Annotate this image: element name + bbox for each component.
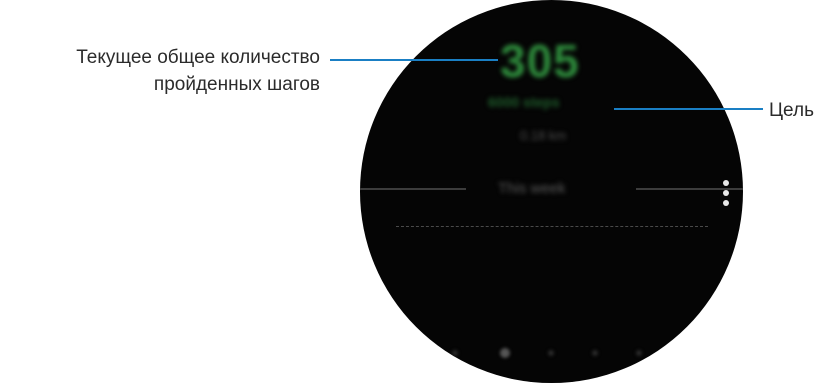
divider-left <box>360 188 466 190</box>
watch-face: 305 6000 steps 0.18 km This week <box>360 0 743 383</box>
day-indicator <box>636 350 642 356</box>
week-label[interactable]: This week <box>498 180 566 197</box>
day-indicator <box>592 350 598 356</box>
goal-dashed-line <box>396 226 708 227</box>
distance-text: 0.18 km <box>520 128 567 143</box>
day-indicator <box>548 350 554 356</box>
step-count: 305 <box>500 35 580 87</box>
callout-label-steps: Текущее общее количество пройденных шаго… <box>76 44 320 98</box>
goal-text: 6000 steps <box>488 94 560 110</box>
day-indicator <box>452 350 458 356</box>
more-vertical-icon[interactable] <box>722 180 730 212</box>
callout-label-goal: Цель <box>769 100 814 121</box>
day-indicator-current <box>500 348 510 358</box>
callout-label-steps-line1: Текущее общее количество <box>76 47 320 68</box>
callout-line-steps <box>330 59 498 61</box>
callout-line-goal <box>614 108 763 110</box>
annotated-watch-screen: 305 6000 steps 0.18 km This week Текущее… <box>0 0 838 383</box>
callout-label-steps-line2: пройденных шагов <box>153 74 320 95</box>
